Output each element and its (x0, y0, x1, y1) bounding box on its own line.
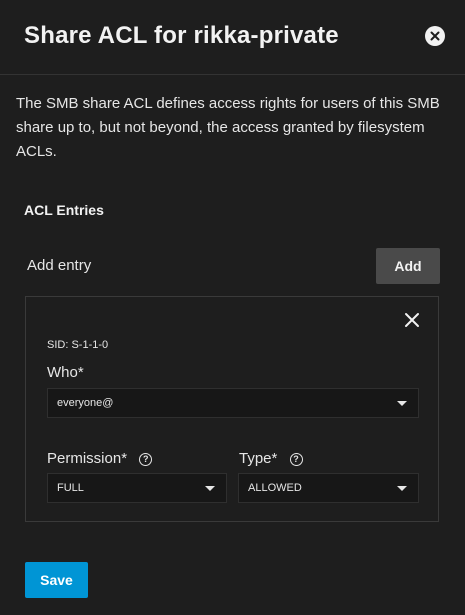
type-select-value: ALLOWED (248, 482, 302, 494)
remove-entry-button[interactable] (403, 311, 421, 329)
sid-label: SID: S-1-1-0 (47, 339, 109, 351)
who-label-text: Who (47, 364, 78, 381)
type-select[interactable]: ALLOWED (238, 473, 419, 503)
close-dialog-button[interactable] (425, 26, 445, 46)
permission-select-value: FULL (57, 482, 84, 494)
type-label: Type* ? (239, 450, 303, 467)
acl-entry-card: SID: S-1-1-0 Who* everyone@ Permission* … (25, 296, 439, 522)
caret-down-icon (397, 401, 407, 406)
close-circle-icon (430, 31, 440, 41)
dialog-title: Share ACL for rikka-private (24, 22, 339, 49)
acl-entries-heading: ACL Entries (24, 202, 104, 218)
who-select[interactable]: everyone@ (47, 388, 419, 418)
required-mark: * (271, 450, 278, 467)
who-label: Who* (47, 364, 84, 381)
dialog-description: The SMB share ACL defines access rights … (16, 95, 440, 160)
permission-select[interactable]: FULL (47, 473, 227, 503)
caret-down-icon (397, 486, 407, 491)
caret-down-icon (205, 486, 215, 491)
dialog-header: Share ACL for rikka-private (0, 0, 465, 75)
required-mark: * (121, 450, 128, 467)
permission-label: Permission* ? (47, 450, 153, 467)
who-select-value: everyone@ (57, 397, 114, 409)
add-entry-label: Add entry (27, 257, 92, 274)
permission-label-text: Permission (47, 450, 122, 467)
add-entry-button[interactable]: Add (376, 248, 440, 284)
help-icon[interactable]: ? (289, 453, 303, 466)
help-icon[interactable]: ? (139, 453, 153, 466)
save-button[interactable]: Save (25, 562, 88, 598)
type-label-text: Type (239, 450, 272, 467)
required-mark: * (77, 364, 84, 381)
close-icon (405, 313, 419, 327)
